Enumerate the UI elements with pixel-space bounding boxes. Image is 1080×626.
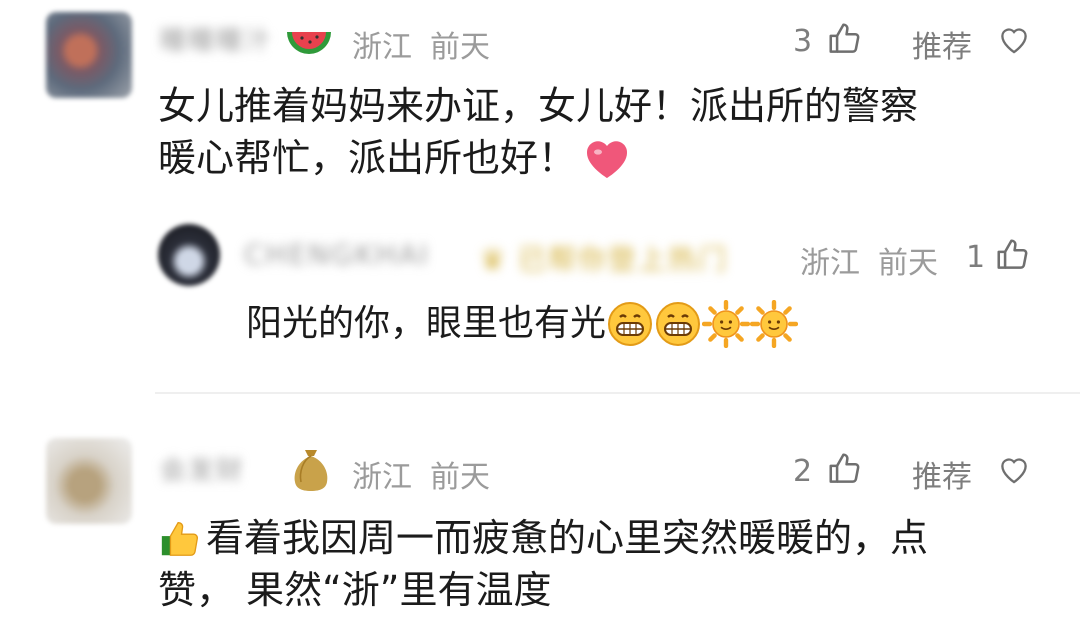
comment-divider bbox=[155, 392, 1080, 394]
like-count: 1 bbox=[966, 240, 986, 275]
comment-time: 前天 bbox=[430, 460, 490, 495]
like-count: 3 bbox=[793, 24, 813, 59]
avatar[interactable] bbox=[46, 438, 132, 524]
comment-text: 女儿推着妈妈来办证，女儿好！派出所的警察 暖心帮忙，派出所也好！ bbox=[158, 80, 1058, 184]
user-tag-blurred: ♛ 已帮你登上热门 bbox=[480, 243, 729, 276]
comment-text-line: 女儿推着妈妈来办证，女儿好！派出所的警察 bbox=[158, 84, 919, 128]
comment-time: 前天 bbox=[430, 30, 490, 65]
thumbs-up-emoji-icon bbox=[158, 515, 204, 561]
username-blurred[interactable]: 会发财 bbox=[160, 450, 244, 487]
watermelon-badge-icon bbox=[284, 26, 334, 60]
username-blurred[interactable]: CHENGKHAI bbox=[244, 238, 430, 271]
avatar[interactable] bbox=[158, 224, 220, 286]
thumbs-up-outline-icon[interactable] bbox=[826, 450, 864, 488]
reply-text: 阳光的你，眼里也有光 bbox=[246, 300, 799, 348]
reply-text-content: 阳光的你，眼里也有光 bbox=[246, 303, 607, 344]
recommend-button[interactable]: 推荐 bbox=[912, 452, 972, 496]
recommend-button[interactable]: 推荐 bbox=[912, 22, 972, 66]
red-heart-emoji-icon bbox=[582, 136, 632, 180]
comment-text-line: 赞， 果然“浙”里有温度 bbox=[158, 568, 552, 612]
comment-text-line: 暖心帮忙，派出所也好！ bbox=[158, 136, 577, 180]
grin-emoji-icon bbox=[606, 300, 654, 348]
heart-outline-icon[interactable] bbox=[996, 23, 1032, 55]
heart-outline-icon[interactable] bbox=[996, 453, 1032, 485]
sun-emoji-icon bbox=[702, 300, 751, 348]
like-count: 2 bbox=[793, 454, 813, 489]
sun-emoji-icon bbox=[750, 300, 799, 348]
comment-location: 浙江 bbox=[352, 460, 412, 495]
money-bag-badge-icon bbox=[286, 442, 336, 494]
comment-location: 浙江 bbox=[352, 30, 412, 65]
comment-text-line: 看着我因周一而疲惫的心里突然暖暖的，点 bbox=[206, 516, 929, 560]
thumbs-up-outline-icon[interactable] bbox=[826, 20, 864, 58]
comment-text: 看着我因周一而疲惫的心里突然暖暖的，点 赞， 果然“浙”里有温度 bbox=[158, 512, 1068, 616]
reply-location: 浙江 bbox=[800, 246, 860, 281]
username-blurred[interactable]: 瞳瞳瞳汁 bbox=[160, 20, 272, 57]
grin-emoji-icon bbox=[654, 300, 702, 348]
avatar[interactable] bbox=[46, 12, 132, 98]
thumbs-up-outline-icon[interactable] bbox=[994, 236, 1032, 274]
reply-time: 前天 bbox=[878, 246, 938, 281]
